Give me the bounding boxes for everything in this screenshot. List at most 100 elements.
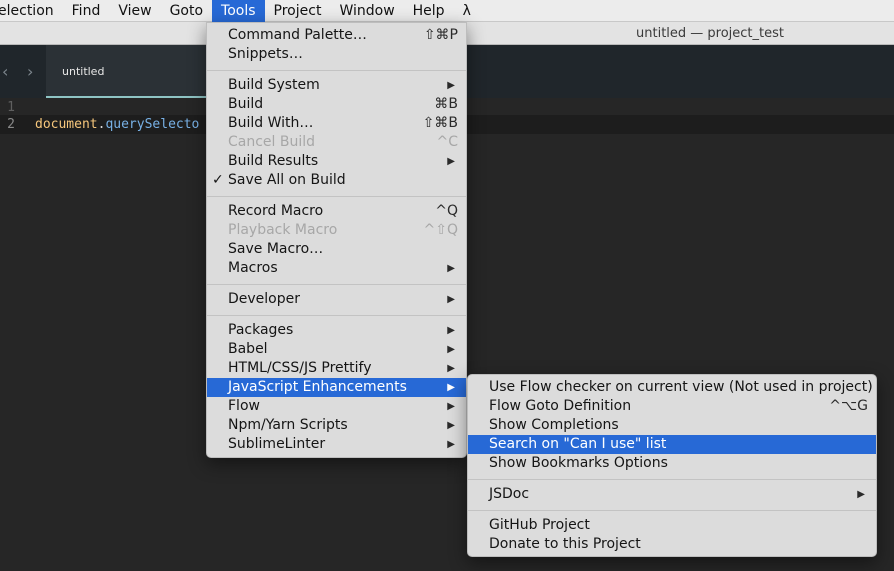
menu-item-label: Show Bookmarks Options bbox=[489, 455, 668, 471]
menu-item-shortcut: ⇧⌘P bbox=[423, 27, 458, 43]
menu-tools[interactable]: Tools bbox=[212, 0, 265, 22]
submenu-arrow-icon: ▶ bbox=[447, 294, 455, 305]
menu-item-label: Build bbox=[228, 96, 264, 112]
checkmark-icon: ✓ bbox=[212, 172, 224, 188]
menu-item-label: Macros bbox=[228, 260, 278, 276]
menu-item-label: Babel bbox=[228, 341, 268, 357]
menu-item-build[interactable]: Build ⌘B bbox=[207, 95, 466, 114]
menu-item-javascript-enhancements[interactable]: JavaScript Enhancements ▶ bbox=[207, 378, 466, 397]
menu-item-label: SublimeLinter bbox=[228, 436, 326, 452]
submenu-arrow-icon: ▶ bbox=[447, 439, 455, 450]
menu-item-label: Save Macro… bbox=[228, 241, 324, 257]
menu-help[interactable]: Help bbox=[404, 0, 454, 22]
submenu-arrow-icon: ▶ bbox=[447, 156, 455, 167]
menu-separator bbox=[207, 70, 466, 71]
submenu-arrow-icon: ▶ bbox=[447, 401, 455, 412]
menu-item-label: Playback Macro bbox=[228, 222, 338, 238]
tools-menu: Command Palette… ⇧⌘P Snippets… Build Sys… bbox=[206, 22, 467, 458]
menu-item-label: Flow Goto Definition bbox=[489, 398, 632, 414]
menu-item-build-system[interactable]: Build System ▶ bbox=[207, 76, 466, 95]
menu-find[interactable]: Find bbox=[63, 0, 110, 22]
code-token-object: document bbox=[35, 117, 98, 132]
chevron-right-icon[interactable]: › bbox=[27, 45, 33, 98]
menu-item-npm-yarn-scripts[interactable]: Npm/Yarn Scripts ▶ bbox=[207, 416, 466, 435]
line-number: 2 bbox=[7, 117, 15, 132]
menu-item-label: Build Results bbox=[228, 153, 319, 169]
menu-item-label: Snippets… bbox=[228, 46, 303, 62]
menu-bar: election Find View Goto Tools Project Wi… bbox=[0, 0, 894, 22]
submenu-arrow-icon: ▶ bbox=[447, 363, 455, 374]
menu-item-label: Developer bbox=[228, 291, 301, 307]
menu-item-label: JavaScript Enhancements bbox=[228, 379, 407, 395]
menu-selection[interactable]: election bbox=[0, 0, 63, 22]
menu-item-label: Packages bbox=[228, 322, 294, 338]
menu-item-record-macro[interactable]: Record Macro ^Q bbox=[207, 202, 466, 221]
menu-item-label: Save All on Build bbox=[228, 172, 346, 188]
menu-separator bbox=[468, 479, 876, 480]
menu-item-donate[interactable]: Donate to this Project bbox=[468, 535, 876, 554]
menu-item-label: Npm/Yarn Scripts bbox=[228, 417, 348, 433]
menu-item-flow[interactable]: Flow ▶ bbox=[207, 397, 466, 416]
menu-item-label: Flow bbox=[228, 398, 260, 414]
window-title: untitled — project_test bbox=[636, 26, 784, 41]
code-token-function: querySelecto bbox=[105, 117, 200, 132]
menu-item-shortcut: ^⌥G bbox=[829, 398, 868, 414]
menu-item-shortcut: ^C bbox=[436, 134, 458, 150]
menu-item-github-project[interactable]: GitHub Project bbox=[468, 516, 876, 535]
menu-item-shortcut: ⇧⌘B bbox=[422, 115, 458, 131]
submenu-arrow-icon: ▶ bbox=[447, 80, 455, 91]
menu-item-label: Record Macro bbox=[228, 203, 324, 219]
submenu-arrow-icon: ▶ bbox=[447, 382, 455, 393]
menu-item-label: Use Flow checker on current view (Not us… bbox=[489, 379, 873, 395]
menu-item-command-palette[interactable]: Command Palette… ⇧⌘P bbox=[207, 26, 466, 45]
menu-window[interactable]: Window bbox=[330, 0, 403, 22]
menu-item-jsdoc[interactable]: JSDoc ▶ bbox=[468, 485, 876, 504]
menu-item-flow-goto-definition[interactable]: Flow Goto Definition ^⌥G bbox=[468, 397, 876, 416]
menu-item-label: Build System bbox=[228, 77, 320, 93]
menu-item-save-all-on-build[interactable]: ✓ Save All on Build bbox=[207, 171, 466, 190]
submenu-arrow-icon: ▶ bbox=[447, 344, 455, 355]
menu-item-label: GitHub Project bbox=[489, 517, 590, 533]
menu-item-build-with[interactable]: Build With… ⇧⌘B bbox=[207, 114, 466, 133]
tab-untitled[interactable]: untitled bbox=[46, 45, 208, 98]
menu-item-babel[interactable]: Babel ▶ bbox=[207, 340, 466, 359]
menu-separator bbox=[207, 284, 466, 285]
menu-item-cancel-build: Cancel Build ^C bbox=[207, 133, 466, 152]
menu-item-sublimelinter[interactable]: SublimeLinter ▶ bbox=[207, 435, 466, 454]
menu-separator bbox=[207, 196, 466, 197]
menu-item-search-can-i-use[interactable]: Search on "Can I use" list bbox=[468, 435, 876, 454]
menu-item-prettify[interactable]: HTML/CSS/JS Prettify ▶ bbox=[207, 359, 466, 378]
menu-item-show-completions[interactable]: Show Completions bbox=[468, 416, 876, 435]
menu-lambda[interactable]: λ bbox=[454, 0, 480, 22]
menu-item-macros[interactable]: Macros ▶ bbox=[207, 259, 466, 278]
menu-item-playback-macro: Playback Macro ^⇧Q bbox=[207, 221, 466, 240]
menu-item-label: Cancel Build bbox=[228, 134, 316, 150]
javascript-enhancements-submenu: Use Flow checker on current view (Not us… bbox=[467, 374, 877, 557]
submenu-arrow-icon: ▶ bbox=[447, 325, 455, 336]
menu-goto[interactable]: Goto bbox=[161, 0, 212, 22]
menu-item-save-macro[interactable]: Save Macro… bbox=[207, 240, 466, 259]
menu-view[interactable]: View bbox=[109, 0, 160, 22]
menu-item-snippets[interactable]: Snippets… bbox=[207, 45, 466, 64]
menu-item-label: HTML/CSS/JS Prettify bbox=[228, 360, 372, 376]
menu-project[interactable]: Project bbox=[265, 0, 331, 22]
submenu-arrow-icon: ▶ bbox=[447, 420, 455, 431]
submenu-arrow-icon: ▶ bbox=[857, 489, 865, 500]
menu-item-developer[interactable]: Developer ▶ bbox=[207, 290, 466, 309]
menu-item-show-bookmarks-options[interactable]: Show Bookmarks Options bbox=[468, 454, 876, 473]
menu-item-label: Show Completions bbox=[489, 417, 619, 433]
menu-item-label: JSDoc bbox=[489, 486, 530, 502]
menu-item-build-results[interactable]: Build Results ▶ bbox=[207, 152, 466, 171]
menu-item-shortcut: ^⇧Q bbox=[423, 222, 458, 238]
menu-item-label: Donate to this Project bbox=[489, 536, 641, 552]
tab-label: untitled bbox=[62, 65, 105, 78]
menu-item-use-flow-checker[interactable]: Use Flow checker on current view (Not us… bbox=[468, 378, 876, 397]
menu-item-label: Build With… bbox=[228, 115, 314, 131]
submenu-arrow-icon: ▶ bbox=[447, 263, 455, 274]
code-text: document.querySelecto bbox=[35, 115, 199, 134]
chevron-left-icon[interactable]: ‹ bbox=[2, 45, 8, 98]
menu-item-packages[interactable]: Packages ▶ bbox=[207, 321, 466, 340]
menu-item-shortcut: ⌘B bbox=[434, 96, 458, 112]
menu-item-label: Command Palette… bbox=[228, 27, 367, 43]
menu-item-label: Search on "Can I use" list bbox=[489, 436, 667, 452]
